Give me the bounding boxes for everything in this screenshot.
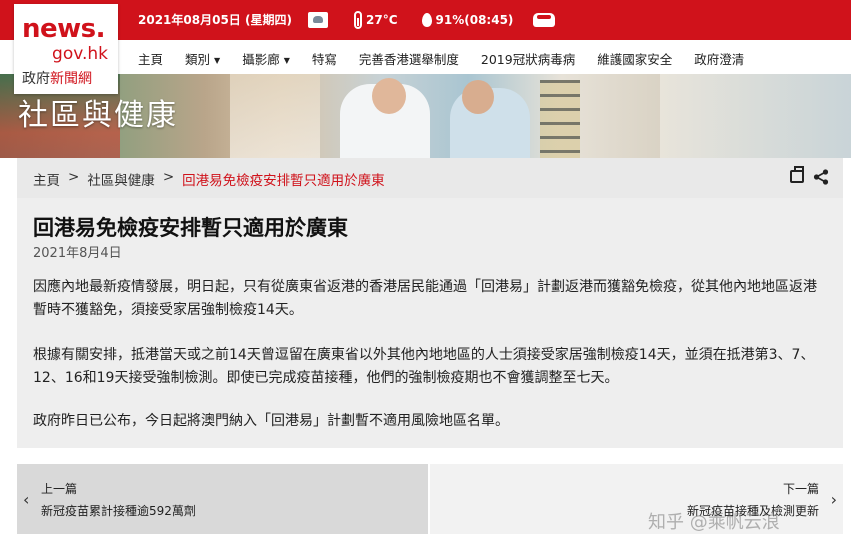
breadcrumb-bar: 主頁 > 社區與健康 > 回港易免檢疫安排暫只適用於廣東 xyxy=(17,158,843,198)
prev-article-link[interactable]: ‹ 上一篇 新冠疫苗累計接種逾592萬劑 xyxy=(17,464,428,534)
article-date: 2021年8月4日 xyxy=(33,246,122,261)
nav-item-gallery[interactable]: 攝影廊 ▼ xyxy=(242,49,290,68)
breadcrumb-home[interactable]: 主頁 xyxy=(33,169,60,189)
nav-item-national-security[interactable]: 維護國家安全 xyxy=(597,49,672,68)
nav-item-home[interactable]: 主頁 xyxy=(138,49,163,68)
next-article-link[interactable]: › 下一篇 新冠疫苗接種及檢測更新 xyxy=(430,464,843,534)
chevron-right-icon: › xyxy=(830,490,837,509)
share-icon[interactable] xyxy=(813,169,829,185)
caret-down-icon: ▼ xyxy=(283,56,290,65)
current-date: 2021年08月05日 (星期四) xyxy=(138,13,292,27)
nav-item-features[interactable]: 特寫 xyxy=(312,49,337,68)
car-icon[interactable] xyxy=(533,13,556,27)
breadcrumb-section[interactable]: 社區與健康 xyxy=(87,169,155,189)
prev-label: 上一篇 xyxy=(41,482,78,496)
main-nav: 主頁 類別 ▼ 攝影廊 ▼ 特寫 完善香港選舉制度 2019冠狀病毒病 維護國家安全… xyxy=(0,40,851,74)
breadcrumb-current: 回港易免檢疫安排暫只適用於廣東 xyxy=(182,173,385,189)
humidity-value: 91%(08:45) xyxy=(435,13,514,27)
banner-photo-doctor-head xyxy=(372,78,406,114)
prev-title: 新冠疫苗累計接種逾592萬劑 xyxy=(41,504,196,518)
breadcrumb-separator: > xyxy=(68,169,80,185)
banner-photo-shelf xyxy=(540,80,580,158)
logo-news-text: news. xyxy=(22,14,106,44)
logo-govhk-text: gov.hk xyxy=(52,44,108,64)
article: 回港易免檢疫安排暫只適用於廣東 2021年8月4日 因應內地最新疫情發展，明日起… xyxy=(17,198,843,448)
droplet-icon xyxy=(421,13,432,27)
article-title: 回港易免檢疫安排暫只適用於廣東 xyxy=(33,216,348,240)
weather-strip: 27°C 91%(08:45) xyxy=(308,9,556,31)
banner-photo-street xyxy=(230,74,320,158)
temperature-value: 27°C xyxy=(366,13,398,27)
thermometer-icon xyxy=(354,11,362,29)
chevron-left-icon: ‹ xyxy=(23,490,30,509)
site-logo[interactable]: news. gov.hk 政府新聞網 xyxy=(14,4,118,94)
weather-icon[interactable] xyxy=(308,12,328,28)
top-bar: 2021年08月05日 (星期四) 27°C 91%(08:45) xyxy=(0,0,851,40)
breadcrumb: 主頁 > 社區與健康 > 回港易免檢疫安排暫只適用於廣東 xyxy=(33,169,385,189)
banner-photo-nurse-head xyxy=(462,80,494,114)
banner-photo-room xyxy=(660,74,851,158)
article-paragraph: 因應內地最新疫情發展，明日起，只有從廣東省返港的香港居民能通過「回港易」計劃返港… xyxy=(33,279,817,318)
caret-down-icon: ▼ xyxy=(214,56,221,65)
watermark: 知乎 @乘帆云浪 xyxy=(648,512,780,533)
article-paragraph: 根據有關安排，抵港當天或之前14天曾逗留在廣東省以外其他內地地區的人士須接受家居… xyxy=(33,347,815,386)
nav-item-clarifications[interactable]: 政府澄清 xyxy=(694,49,744,68)
next-label: 下一篇 xyxy=(782,482,819,496)
nav-item-categories[interactable]: 類別 ▼ xyxy=(185,49,220,68)
nav-item-covid[interactable]: 2019冠狀病毒病 xyxy=(481,49,575,68)
article-paragraph: 政府昨日已公布，今日起將澳門納入「回港易」計劃暫不適用風險地區名單。 xyxy=(33,413,509,429)
print-icon[interactable] xyxy=(790,166,804,183)
section-banner: 社區與健康 xyxy=(0,74,851,158)
nav-item-electoral[interactable]: 完善香港選舉制度 xyxy=(359,49,459,68)
banner-title: 社區與健康 xyxy=(18,98,178,133)
breadcrumb-separator: > xyxy=(162,169,175,185)
logo-chinese-text: 政府新聞網 xyxy=(22,71,92,87)
